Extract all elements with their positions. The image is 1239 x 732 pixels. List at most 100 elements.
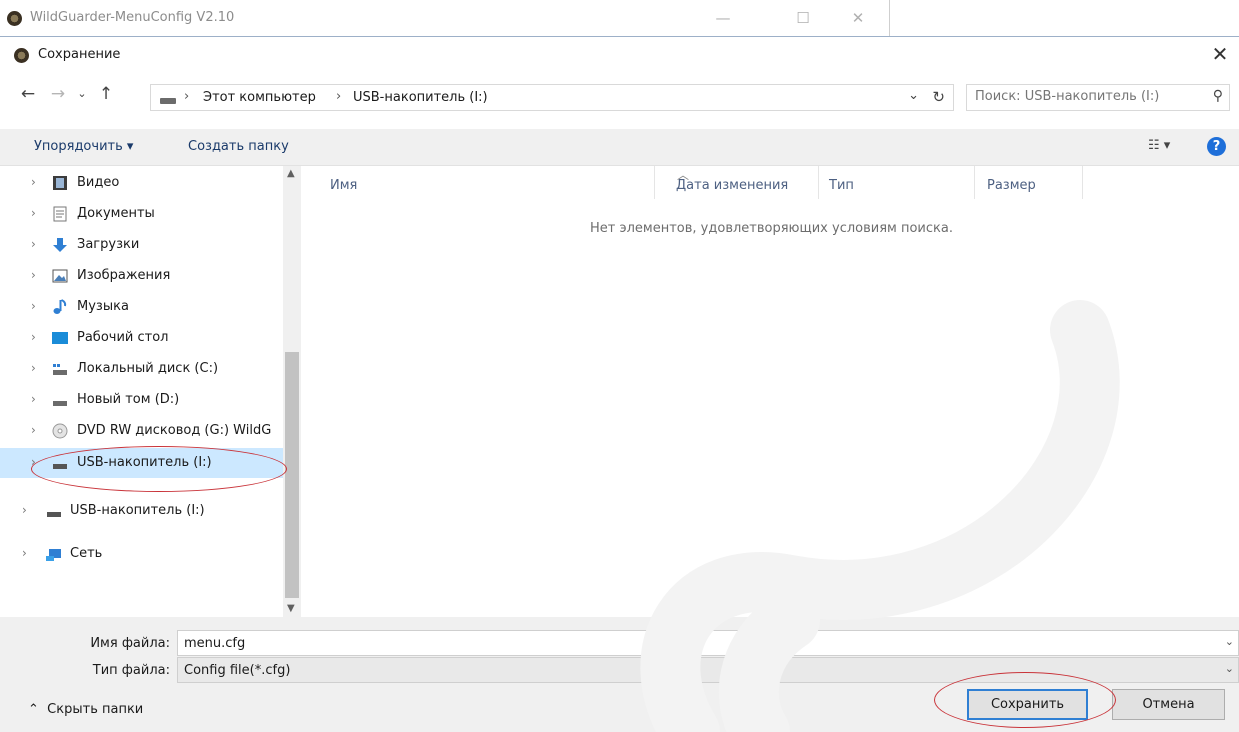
dialog-title: Сохранение <box>38 47 121 62</box>
nav-item-video[interactable]: › Видео <box>0 168 283 198</box>
chevron-up-icon: ⌃ <box>28 702 39 717</box>
usb-drive-icon <box>46 503 62 519</box>
scroll-down-icon[interactable]: ▼ <box>287 603 295 614</box>
parent-window-titlebar: WildGuarder-MenuConfig V2.10 — ☐ ✕ <box>0 0 890 36</box>
expand-chevron-icon[interactable]: › <box>31 237 36 251</box>
search-box[interactable]: ⚲ <box>966 84 1230 111</box>
organize-button[interactable]: Упорядочить ▾ <box>34 139 133 154</box>
nav-item-usb-drive-i[interactable]: › USB-накопитель (I:) <box>0 496 283 526</box>
refresh-icon[interactable]: ↻ <box>932 88 945 106</box>
nav-item-label: Музыка <box>77 299 129 314</box>
expand-chevron-icon[interactable]: › <box>22 546 27 560</box>
search-icon[interactable]: ⚲ <box>1213 88 1223 104</box>
desktop-icon <box>52 330 68 346</box>
dialog-titlebar: Сохранение ✕ <box>0 37 1239 71</box>
new-folder-button[interactable]: Создать папку <box>188 139 289 154</box>
app-icon <box>7 11 22 26</box>
column-header-type[interactable]: Тип <box>819 166 975 199</box>
nav-item-label: Локальный диск (C:) <box>77 361 219 376</box>
nav-item-new-volume-d[interactable]: › Новый том (D:) <box>0 385 283 415</box>
nav-item-label: Рабочий стол <box>77 330 169 345</box>
filetype-value[interactable]: Config file(*.cfg) <box>184 663 290 678</box>
navigation-pane: › Видео › Документы › Загрузки › Изображ… <box>0 166 301 617</box>
expand-chevron-icon[interactable]: › <box>31 392 36 406</box>
nav-item-label: USB-накопитель (I:) <box>70 503 205 518</box>
expand-chevron-icon[interactable]: › <box>31 175 36 189</box>
nav-item-desktop[interactable]: › Рабочий стол <box>0 323 283 353</box>
expand-chevron-icon[interactable]: › <box>31 330 36 344</box>
annotation-ellipse <box>934 672 1116 728</box>
chevron-down-icon[interactable]: ⌄ <box>1225 662 1234 675</box>
music-icon <box>52 299 68 315</box>
nav-item-network[interactable]: › Сеть <box>0 539 283 569</box>
network-icon <box>46 546 62 562</box>
cancel-button[interactable]: Отмена <box>1112 689 1225 720</box>
nav-scrollbar[interactable]: ▲ ▼ <box>283 166 301 617</box>
nav-item-pictures[interactable]: › Изображения <box>0 261 283 291</box>
nav-item-label: Документы <box>77 206 155 221</box>
column-header-size[interactable]: Размер <box>975 166 1083 199</box>
column-header-date-modified[interactable]: Дата изменения <box>655 166 819 199</box>
scroll-up-icon[interactable]: ▲ <box>287 168 295 179</box>
hide-folders-button[interactable]: ⌃ Скрыть папки <box>28 702 143 717</box>
recent-locations-chevron-icon[interactable]: ⌄ <box>71 83 93 105</box>
annotation-ellipse <box>31 446 287 492</box>
drive-icon <box>52 392 68 408</box>
nav-item-label: Новый том (D:) <box>77 392 180 407</box>
expand-chevron-icon[interactable]: › <box>31 206 36 220</box>
expand-chevron-icon[interactable]: › <box>31 268 36 282</box>
dialog-close-button[interactable]: ✕ <box>1205 41 1235 67</box>
filetype-label: Тип файла: <box>92 663 170 678</box>
forward-arrow-icon[interactable]: → <box>47 83 69 105</box>
maximize-button[interactable]: ☐ <box>780 6 826 30</box>
nav-item-label: Сеть <box>70 546 103 561</box>
nav-item-downloads[interactable]: › Загрузки <box>0 230 283 260</box>
nav-item-label: DVD RW дисковод (G:) WildG <box>77 423 272 438</box>
parent-close-button[interactable]: ✕ <box>835 6 881 30</box>
nav-item-documents[interactable]: › Документы <box>0 199 283 229</box>
nav-item-dvd-rw-g[interactable]: › DVD RW дисковод (G:) WildG <box>0 416 283 446</box>
toolbar: Упорядочить ▾ Создать папку ☷ ▾ ? <box>0 129 1239 166</box>
save-dialog: Сохранение ✕ ← → ⌄ ↑ › Этот компьютер › … <box>0 36 1239 732</box>
drive-icon <box>160 98 176 104</box>
nav-item-music[interactable]: › Музыка <box>0 292 283 322</box>
column-header-name[interactable]: Имя <box>301 166 655 199</box>
nav-item-label: Загрузки <box>77 237 140 252</box>
help-icon[interactable]: ? <box>1207 137 1226 156</box>
up-arrow-icon[interactable]: ↑ <box>95 83 117 105</box>
chevron-down-icon[interactable]: ⌄ <box>1225 635 1234 648</box>
nav-item-label: Видео <box>77 175 120 190</box>
documents-icon <box>52 206 68 222</box>
filename-value[interactable]: menu.cfg <box>184 636 245 651</box>
minimize-button[interactable]: — <box>700 6 746 30</box>
expand-chevron-icon[interactable]: › <box>31 299 36 313</box>
parent-window-title: WildGuarder-MenuConfig V2.10 <box>30 10 235 25</box>
back-arrow-icon[interactable]: ← <box>17 83 39 105</box>
pictures-icon <box>52 268 68 284</box>
breadcrumb-usb-drive[interactable]: USB-накопитель (I:) <box>353 90 488 105</box>
filename-field[interactable]: menu.cfg ⌄ <box>177 630 1239 656</box>
breadcrumb-separator-icon[interactable]: › <box>184 89 189 104</box>
expand-chevron-icon[interactable]: › <box>31 361 36 375</box>
breadcrumb-separator-icon[interactable]: › <box>336 89 341 104</box>
address-dropdown-icon[interactable]: ⌄ <box>908 88 919 103</box>
empty-folder-message: Нет элементов, удовлетворяющих условиям … <box>590 221 953 236</box>
filename-label: Имя файла: <box>90 636 170 651</box>
scrollbar-thumb[interactable] <box>285 352 299 598</box>
search-input[interactable] <box>975 89 1195 104</box>
video-icon <box>52 175 68 191</box>
downloads-icon <box>52 237 68 253</box>
file-list[interactable]: ︿ Имя Дата изменения Тип Размер Нет элем… <box>301 166 1239 617</box>
breadcrumb-this-pc[interactable]: Этот компьютер <box>203 90 316 105</box>
view-options-button[interactable]: ☷ ▾ <box>1148 138 1170 153</box>
local-disk-icon <box>52 361 68 377</box>
nav-item-label: Изображения <box>77 268 171 283</box>
expand-chevron-icon[interactable]: › <box>22 503 27 517</box>
dvd-icon <box>52 423 68 439</box>
expand-chevron-icon[interactable]: › <box>31 423 36 437</box>
app-icon <box>14 48 29 63</box>
address-row: ← → ⌄ ↑ › Этот компьютер › USB-накопител… <box>0 71 1239 119</box>
nav-item-local-disk-c[interactable]: › Локальный диск (C:) <box>0 354 283 384</box>
address-bar[interactable]: › Этот компьютер › USB-накопитель (I:) ⌄… <box>150 84 954 111</box>
hide-folders-label: Скрыть папки <box>47 702 144 717</box>
